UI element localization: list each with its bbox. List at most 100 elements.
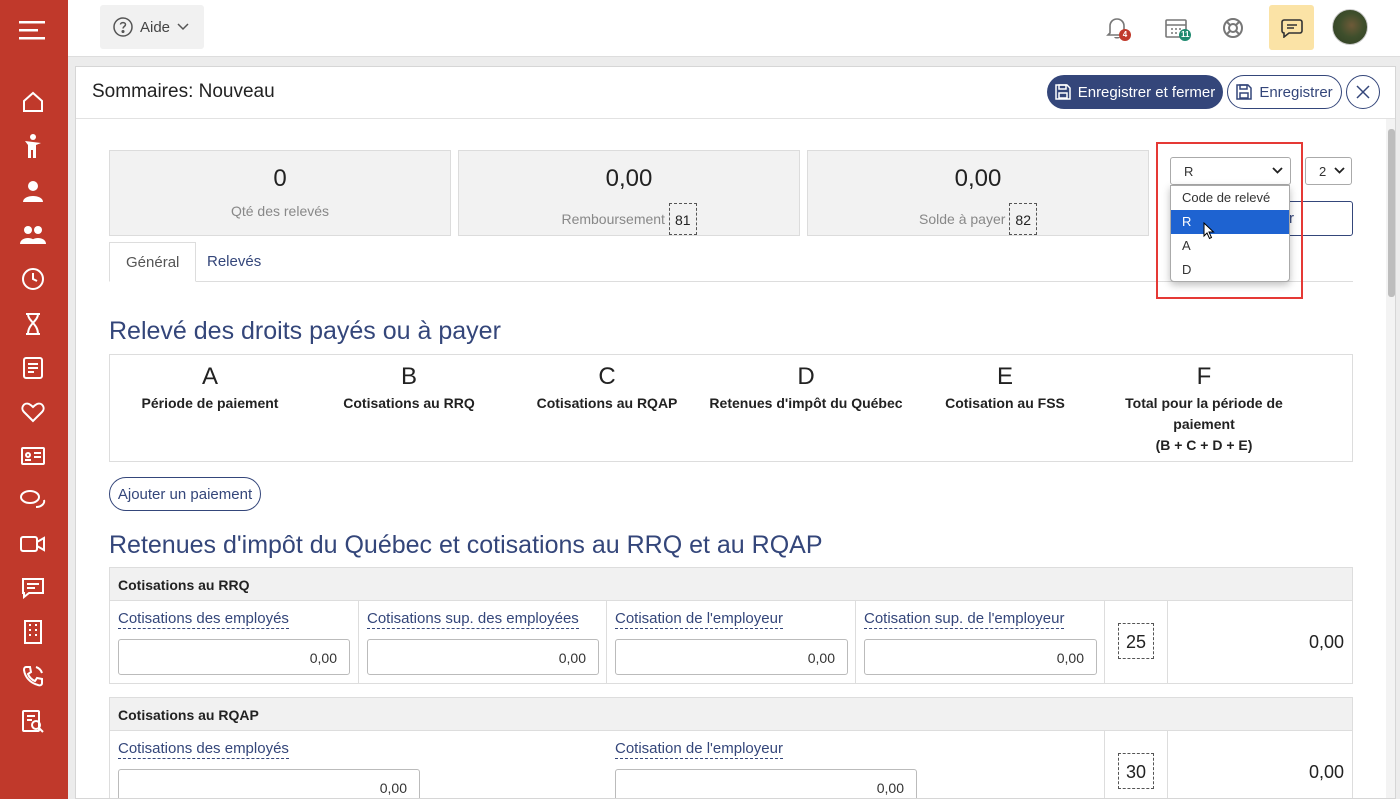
column-letter: D xyxy=(797,363,815,390)
phone-icon[interactable] xyxy=(17,660,49,692)
support-button[interactable] xyxy=(1216,12,1250,44)
close-button[interactable] xyxy=(1346,75,1380,109)
rqap-field: Cotisations des employés 0,00 xyxy=(110,731,607,798)
rrq-section: Cotisations au RRQ Cotisations des emplo… xyxy=(109,567,1353,684)
stat-value: 0,00 xyxy=(954,165,1002,192)
highlight-box xyxy=(1156,142,1303,299)
column-desc: Période de paiement xyxy=(141,395,279,411)
avatar[interactable] xyxy=(1332,9,1368,45)
line-code: 25 xyxy=(1118,623,1154,659)
column-desc: Total pour la période de paiement xyxy=(1125,395,1283,432)
chevron-down-icon xyxy=(177,23,189,31)
employer-sup-contrib-input[interactable]: 0,00 xyxy=(864,639,1097,675)
chat-icon[interactable] xyxy=(17,484,49,516)
section-title: Relevé des droits payés ou à payer xyxy=(109,317,501,345)
rqap-total: 0,00 xyxy=(1308,762,1344,782)
line-code: 82 xyxy=(1009,203,1037,235)
field-label: Cotisation sup. de l'employeur xyxy=(864,610,1065,629)
scrollbar-thumb[interactable] xyxy=(1388,129,1395,297)
save-close-button[interactable]: Enregistrer et fermer xyxy=(1047,75,1223,109)
sidebar xyxy=(0,0,68,799)
column-b: B Cotisations au RRQ xyxy=(309,363,509,414)
employee-sup-contrib-input[interactable]: 0,00 xyxy=(367,639,599,675)
stat-refund: 0,00 Remboursement 81 xyxy=(458,150,800,236)
stat-qty: 0 Qté des relevés xyxy=(109,150,451,236)
home-icon[interactable] xyxy=(17,86,49,118)
column-c: C Cotisations au RQAP xyxy=(507,363,707,414)
column-desc: Cotisations au RQAP xyxy=(536,395,678,411)
modal-header: Sommaires: Nouveau Enregistrer et fermer… xyxy=(76,67,1395,119)
notifications-button[interactable]: 4 xyxy=(1100,12,1134,44)
column-d: D Retenues d'impôt du Québec xyxy=(706,363,906,414)
message-icon[interactable] xyxy=(17,572,49,604)
column-desc: Cotisations au RRQ xyxy=(343,395,475,411)
stat-value: 0,00 xyxy=(605,165,653,192)
close-icon xyxy=(1356,85,1370,99)
notifications-badge: 4 xyxy=(1119,29,1131,41)
payment-columns: A Période de paiement B Cotisations au R… xyxy=(109,354,1353,462)
menu-icon[interactable] xyxy=(17,14,49,46)
chevron-down-icon xyxy=(1334,167,1345,174)
employer-contrib-input[interactable]: 0,00 xyxy=(615,769,917,798)
floppy-icon xyxy=(1054,84,1071,100)
calendar-button[interactable]: 11 xyxy=(1159,12,1193,44)
field-label: Cotisations des employés xyxy=(118,740,289,759)
rqap-section: Cotisations au RQAP Cotisations des empl… xyxy=(109,697,1353,798)
number-select[interactable]: 2 xyxy=(1305,157,1352,185)
tab-releves[interactable]: Relevés xyxy=(191,242,277,282)
column-formula: (B + C + D + E) xyxy=(1155,437,1253,453)
save-close-label: Enregistrer et fermer xyxy=(1077,83,1216,101)
stat-label: Qté des relevés xyxy=(230,203,330,219)
column-e: E Cotisation au FSS xyxy=(905,363,1105,414)
help-button[interactable]: Aide xyxy=(100,5,204,49)
checklist-icon[interactable] xyxy=(17,352,49,384)
users-icon[interactable] xyxy=(17,219,49,251)
column-letter: E xyxy=(996,363,1013,390)
rrq-total: 0,00 xyxy=(1308,632,1344,652)
rrq-field: Cotisation de l'employeur 0,00 xyxy=(607,601,856,684)
help-label: Aide xyxy=(140,18,171,36)
lifebuoy-icon xyxy=(1222,17,1244,39)
calendar-badge: 11 xyxy=(1179,29,1192,41)
chat-button[interactable] xyxy=(1269,5,1314,50)
line-code: 81 xyxy=(668,203,697,235)
save-label: Enregistrer xyxy=(1259,83,1333,101)
column-letter: A xyxy=(201,363,218,390)
hourglass-icon[interactable] xyxy=(17,308,49,340)
tab-general[interactable]: Général xyxy=(109,242,197,282)
save-button[interactable]: Enregistrer xyxy=(1227,75,1342,109)
stat-label: Remboursement xyxy=(561,211,665,227)
rrq-field: Cotisations sup. des employées 0,00 xyxy=(359,601,607,684)
video-icon[interactable] xyxy=(17,528,49,560)
section-title: Retenues d'impôt du Québec et cotisation… xyxy=(109,531,823,559)
scrollbar[interactable] xyxy=(1386,119,1395,798)
clock-icon[interactable] xyxy=(17,263,49,295)
column-desc: Cotisation au FSS xyxy=(945,395,1065,411)
add-payment-button[interactable]: Ajouter un paiement xyxy=(109,477,261,511)
rrq-field: Cotisation sup. de l'employeur 0,00 xyxy=(856,601,1105,684)
stat-label: Solde à payer xyxy=(919,211,1006,227)
stat-balance: 0,00 Solde à payer 82 xyxy=(807,150,1149,236)
employee-contrib-input[interactable]: 0,00 xyxy=(118,639,350,675)
column-f: F Total pour la période de paiement (B +… xyxy=(1104,363,1304,456)
mouse-cursor-icon xyxy=(1203,222,1215,240)
rrq-code-cell: 25 xyxy=(1105,601,1168,684)
employer-contrib-input[interactable]: 0,00 xyxy=(615,639,848,675)
building-icon[interactable] xyxy=(17,616,49,648)
column-letter: F xyxy=(1196,363,1212,390)
id-card-icon[interactable] xyxy=(17,440,49,472)
user-icon[interactable] xyxy=(17,175,49,207)
rrq-header: Cotisations au RRQ xyxy=(110,568,1352,601)
report-icon[interactable] xyxy=(17,705,49,737)
field-label: Cotisations sup. des employées xyxy=(367,610,579,629)
employee-contrib-input[interactable]: 0,00 xyxy=(118,769,420,798)
field-label: Cotisation de l'employeur xyxy=(615,740,783,759)
rrq-field: Cotisations des employés 0,00 xyxy=(110,601,359,684)
number-select-value: 2 xyxy=(1319,164,1327,179)
top-bar: Aide 4 11 xyxy=(68,0,1400,57)
line-code: 30 xyxy=(1118,753,1154,789)
rqap-field: Cotisation de l'employeur 0,00 xyxy=(607,731,1105,798)
heart-icon[interactable] xyxy=(17,396,49,428)
person-icon[interactable] xyxy=(17,130,49,162)
column-a: A Période de paiement xyxy=(110,363,310,414)
